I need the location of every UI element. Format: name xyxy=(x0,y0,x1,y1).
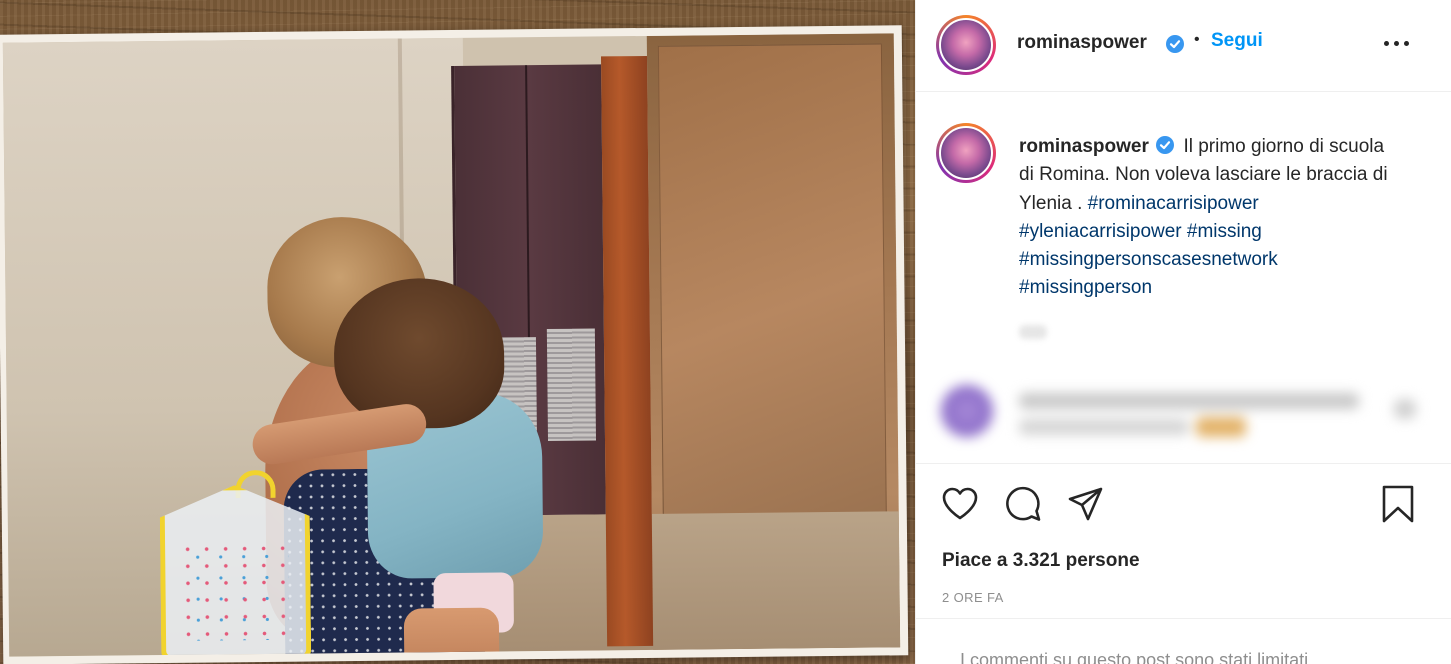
likes-count[interactable]: Piace a 3.321 persone xyxy=(942,550,1140,572)
heart-icon[interactable] xyxy=(940,484,980,524)
post-caption: rominaspower Il primo giorno di scuola d… xyxy=(1019,133,1399,303)
comment-like-icon xyxy=(1394,399,1416,419)
hashtag-link[interactable]: #missingperson xyxy=(1019,277,1152,298)
more-options-icon[interactable] xyxy=(1384,33,1412,53)
blurred-comment xyxy=(916,373,1451,453)
post-sidebar: rominaspower • Segui rominaspower Il pri… xyxy=(915,0,1451,664)
action-bar xyxy=(916,463,1451,543)
post-timestamp[interactable]: 2 ORE FA xyxy=(942,590,1004,605)
comments-section: rominaspower Il primo giorno di scuola d… xyxy=(916,93,1451,463)
hashtag-link[interactable]: #missingpersonscasesnetwork xyxy=(1019,249,1278,270)
photo-scene xyxy=(2,33,901,657)
bookmark-icon[interactable] xyxy=(1378,484,1418,524)
verified-badge-icon xyxy=(1166,35,1184,53)
follow-button[interactable]: Segui xyxy=(1211,30,1263,52)
post-header: rominaspower • Segui xyxy=(916,0,1451,92)
avatar[interactable] xyxy=(936,15,996,75)
comment-avatar xyxy=(941,385,993,437)
comments-limited-footer: I commenti su questo post sono stati lim… xyxy=(916,618,1451,664)
paper-plane-icon[interactable] xyxy=(1066,484,1106,524)
caption-time-blurred xyxy=(1019,325,1047,339)
comment-icon[interactable] xyxy=(1003,484,1043,524)
caption-username[interactable]: rominaspower xyxy=(1019,136,1149,157)
comments-limited-notice: I commenti su questo post sono stati lim… xyxy=(960,650,1314,664)
photo-pillar xyxy=(600,55,654,647)
hashtag-link[interactable]: #yleniacarrisipower xyxy=(1019,221,1182,242)
post-image-area[interactable] xyxy=(0,0,915,664)
username-link[interactable]: rominaspower xyxy=(1017,32,1147,54)
post-photo xyxy=(0,25,909,664)
caption-avatar[interactable] xyxy=(936,123,996,183)
hashtag-link[interactable]: #missing xyxy=(1187,221,1262,242)
separator-dot: • xyxy=(1194,31,1200,48)
hashtag-link[interactable]: #rominacarrisipower xyxy=(1088,193,1259,214)
caption-verified-icon xyxy=(1156,136,1175,154)
